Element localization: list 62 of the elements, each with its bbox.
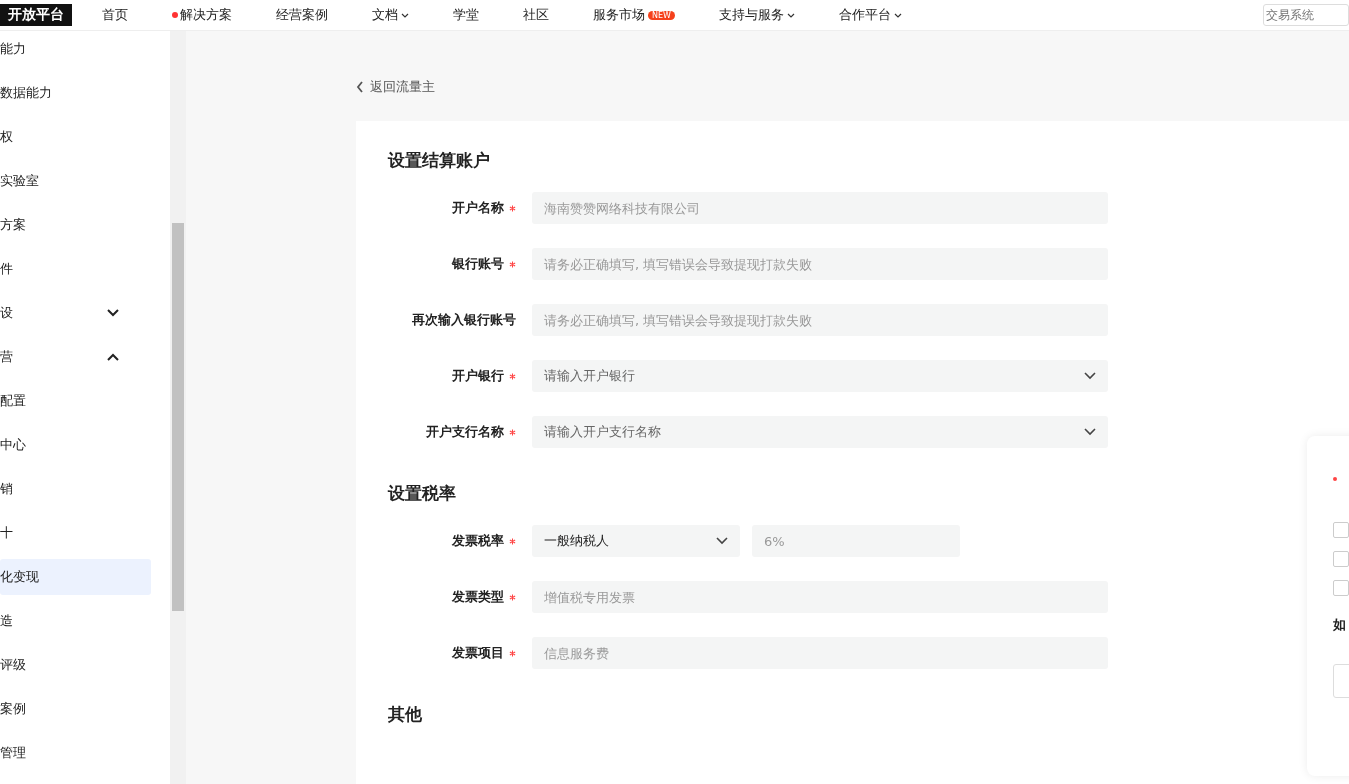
sidebar-item[interactable]: 营 <box>0 339 151 375</box>
caret-icon <box>401 12 409 18</box>
nav-link[interactable]: 首页 <box>102 6 128 24</box>
checkbox[interactable] <box>1333 522 1349 538</box>
sidebar-item[interactable]: 权 <box>0 119 151 155</box>
input-field[interactable]: 增值税专用发票 <box>532 581 1108 613</box>
section-title: 设置结算账户 <box>388 149 490 172</box>
chevron-icon <box>1084 428 1096 436</box>
field-label: 发票类型 <box>452 588 504 606</box>
sidebar-item[interactable]: 案例 <box>0 691 151 727</box>
field-label: 发票项目 <box>452 644 504 662</box>
sidebar-item[interactable]: 配置 <box>0 383 151 419</box>
sidebar-item[interactable]: 中心 <box>0 427 151 463</box>
required-icon <box>1333 477 1337 481</box>
search-field[interactable]: 交易系统 <box>1263 4 1349 26</box>
nav-link[interactable]: 社区 <box>523 6 549 24</box>
sidebar-item[interactable]: 十 <box>0 515 151 551</box>
scrollbar[interactable] <box>170 31 186 784</box>
sidebar-item[interactable]: 评级 <box>0 647 151 683</box>
input-field[interactable]: 请务必正确填写, 填写错误会导致提现打款失败 <box>532 304 1108 336</box>
sidebar-item[interactable]: 件 <box>0 251 151 287</box>
select-field[interactable]: 请输入开户银行 <box>532 360 1108 392</box>
input-field[interactable]: 海南赞赞网络科技有限公司 <box>532 192 1108 224</box>
nav-link[interactable]: 合作平台 <box>838 6 902 24</box>
sidebar-item[interactable]: 实验室 <box>0 163 151 199</box>
section-title: 设置税率 <box>388 482 456 505</box>
select-field[interactable]: 请输入开户支行名称 <box>532 416 1108 448</box>
input-field[interactable]: 信息服务费 <box>532 637 1108 669</box>
select-field[interactable]: 一般纳税人 <box>532 525 740 557</box>
nav-link[interactable]: 经营案例 <box>276 6 328 24</box>
nav-link[interactable]: 文档 <box>372 6 409 24</box>
caret-icon <box>893 12 902 18</box>
nav-link[interactable]: 支持与服务 <box>718 6 795 24</box>
caret-icon <box>786 12 795 18</box>
sidebar-item[interactable]: 化变现 <box>0 559 151 595</box>
section-title: 其他 <box>388 703 422 726</box>
logo[interactable]: 开放平台 <box>0 4 72 26</box>
sidebar-item[interactable]: 能力 <box>0 31 151 67</box>
chevron-icon <box>1084 372 1096 380</box>
field-label: 开户支行名称 <box>426 423 504 441</box>
nav-link[interactable]: 学堂 <box>453 6 479 24</box>
chevron-icon <box>716 537 728 545</box>
input-field[interactable]: 请务必正确填写, 填写错误会导致提现打款失败 <box>532 248 1108 280</box>
back-icon <box>356 81 364 93</box>
input-field[interactable]: 6% <box>752 525 960 557</box>
sidebar-item[interactable]: 设 <box>0 295 151 331</box>
nav-link[interactable]: 解决方案 <box>172 6 232 24</box>
back-link[interactable]: 返回流量主 <box>356 77 435 97</box>
field-label: 开户银行 <box>452 367 504 385</box>
field-label: 银行账号 <box>452 255 504 273</box>
sidebar-item[interactable]: 销 <box>0 471 151 507</box>
nav-link[interactable]: 服务市场 NEW <box>593 6 675 24</box>
note-text: 如 <box>1333 616 1346 634</box>
sidebar-item[interactable]: 方案 <box>0 207 151 243</box>
sidebar-item[interactable]: 管理 <box>0 735 151 771</box>
sidebar-item[interactable]: 造 <box>0 603 151 639</box>
field-label: 再次输入银行账号 <box>412 311 516 329</box>
sidebar-item[interactable]: 数据能力 <box>0 75 151 111</box>
checkbox[interactable] <box>1333 580 1349 596</box>
field-label: 开户名称 <box>452 199 504 217</box>
field-label: 发票税率 <box>452 532 504 550</box>
checkbox[interactable] <box>1333 551 1349 567</box>
